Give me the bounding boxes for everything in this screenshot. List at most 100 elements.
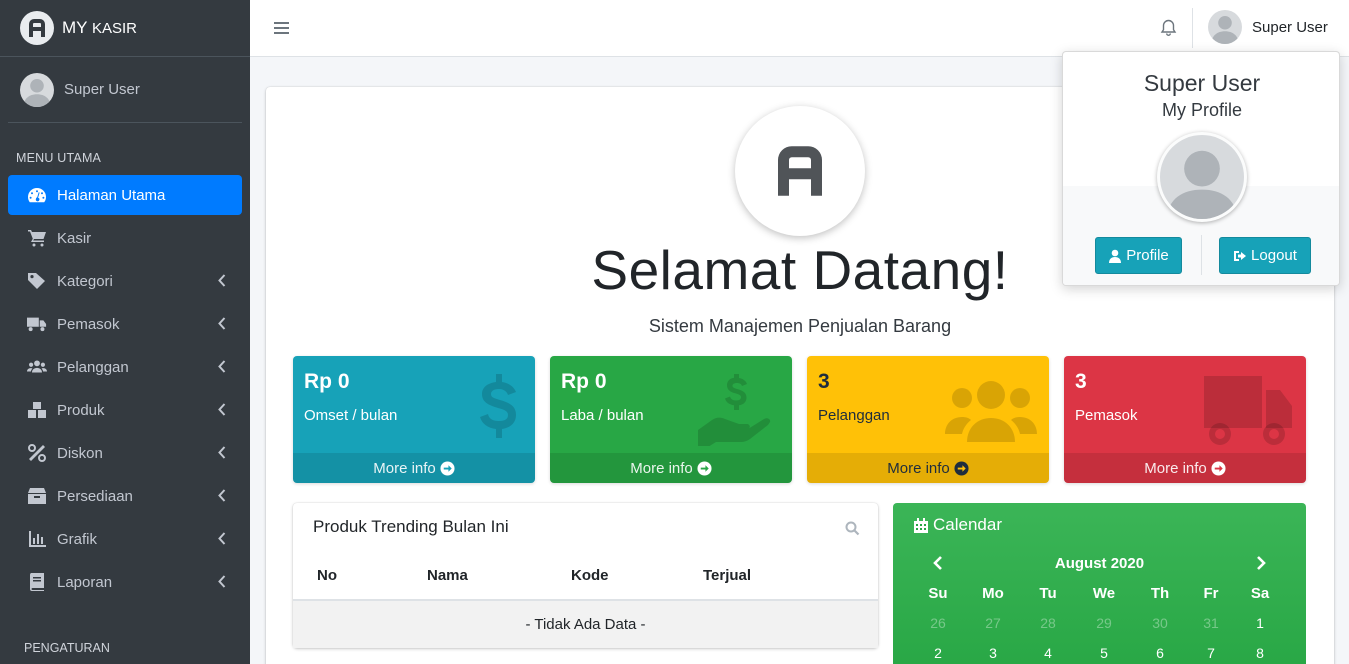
- sidebar-item-label: Kasir: [57, 229, 92, 247]
- percent-icon: [26, 442, 48, 464]
- arrow-circle-right-icon: [1211, 460, 1226, 476]
- stat-value: Rp 0: [304, 370, 350, 393]
- more-info-label: More info: [1144, 459, 1207, 477]
- calendar-day[interactable]: 30: [1140, 615, 1180, 631]
- calendar-day[interactable]: 26: [918, 615, 958, 631]
- column-header-nama[interactable]: Nama: [427, 567, 468, 584]
- calendar-day[interactable]: 31: [1191, 615, 1231, 631]
- profile-button-label: Profile: [1126, 247, 1169, 264]
- table-empty-row: - Tidak Ada Data -: [293, 601, 878, 648]
- calendar-month[interactable]: August 2020: [893, 555, 1306, 572]
- more-info-link[interactable]: More info: [550, 453, 792, 483]
- more-info-link[interactable]: More info: [293, 453, 535, 483]
- truck-icon: [26, 313, 48, 335]
- sidebar-item-produk[interactable]: Produk: [8, 390, 242, 430]
- column-header-no[interactable]: No: [317, 567, 337, 584]
- calendar-day[interactable]: 28: [1028, 615, 1068, 631]
- calendar-day[interactable]: 29: [1084, 615, 1124, 631]
- brand-link[interactable]: MY KASIR: [0, 0, 250, 57]
- navbar-user-name[interactable]: Super User: [1252, 19, 1328, 36]
- user-dropdown-menu: Super User My Profile Profile Logout: [1062, 51, 1340, 286]
- dollar-icon: [480, 374, 516, 438]
- sidebar-item-persediaan[interactable]: Persediaan: [8, 476, 242, 516]
- calendar-day[interactable]: 27: [973, 615, 1013, 631]
- brand-logo-icon: [20, 11, 54, 45]
- more-info-label: More info: [630, 459, 693, 477]
- search-icon[interactable]: [845, 521, 860, 536]
- arrow-circle-right-icon: [697, 460, 712, 476]
- more-info-label: More info: [373, 459, 436, 477]
- calendar-day[interactable]: 3: [973, 645, 1013, 661]
- sidebar-item-laporan[interactable]: Laporan: [8, 562, 242, 602]
- calendar-day[interactable]: 1: [1240, 615, 1280, 631]
- calendar-day[interactable]: 2: [918, 645, 958, 661]
- tachometer-icon: [26, 184, 48, 206]
- box-icon: [26, 485, 48, 507]
- chevron-left-icon: [218, 489, 226, 502]
- sidebar-item-label: Kategori: [57, 272, 113, 290]
- calendar-card: Calendar August 2020 Su Mo Tu We Th Fr S…: [893, 503, 1306, 664]
- card-title: Produk Trending Bulan Ini: [313, 517, 509, 536]
- sidebar-item-halaman-utama[interactable]: Halaman Utama: [8, 175, 242, 215]
- column-header-kode[interactable]: Kode: [571, 567, 609, 584]
- navbar-divider: [1192, 8, 1193, 48]
- stat-label: Pemasok: [1075, 407, 1138, 424]
- arrow-circle-right-icon: [440, 460, 455, 476]
- bell-icon[interactable]: [1160, 19, 1177, 37]
- sidebar-item-label: Pemasok: [57, 315, 120, 333]
- top-navbar: Super User: [250, 0, 1349, 57]
- chevron-left-icon: [218, 575, 226, 588]
- stat-label: Omset / bulan: [304, 407, 398, 424]
- calendar-day[interactable]: 4: [1028, 645, 1068, 661]
- nav-header-main: MENU UTAMA: [16, 151, 102, 165]
- sidebar-user-panel[interactable]: Super User: [8, 57, 242, 123]
- brand-title: MY KASIR: [62, 18, 137, 38]
- app-logo-icon: [735, 106, 865, 236]
- logout-button[interactable]: Logout: [1219, 237, 1311, 274]
- sidebar-item-grafik[interactable]: Grafik: [8, 519, 242, 559]
- sidebar-item-diskon[interactable]: Diskon: [8, 433, 242, 473]
- stat-value: 3: [1075, 370, 1087, 393]
- more-info-link[interactable]: More info: [807, 453, 1049, 483]
- sidebar-item-pemasok[interactable]: Pemasok: [8, 304, 242, 344]
- users-icon: [26, 356, 48, 378]
- chevron-left-icon: [218, 274, 226, 287]
- sidebar-item-label: Pelanggan: [57, 358, 129, 376]
- navbar-avatar[interactable]: [1208, 10, 1242, 44]
- hamburger-menu-icon[interactable]: [274, 21, 289, 35]
- book-icon: [26, 571, 48, 593]
- more-info-link[interactable]: More info: [1064, 453, 1306, 483]
- profile-button[interactable]: Profile: [1095, 237, 1182, 274]
- sidebar-item-label: Grafik: [57, 530, 98, 548]
- calendar-day[interactable]: 5: [1084, 645, 1124, 661]
- avatar: [1157, 132, 1247, 222]
- sidebar-item-label: Laporan: [57, 573, 113, 591]
- calendar-day[interactable]: 8: [1240, 645, 1280, 661]
- hand-holding-usd-icon: [698, 374, 771, 446]
- users-icon: [945, 381, 1037, 442]
- calendar-day[interactable]: 7: [1191, 645, 1231, 661]
- sidebar-user-name[interactable]: Super User: [64, 81, 140, 98]
- chevron-right-icon[interactable]: [1256, 555, 1266, 571]
- weekday-label: Sa: [1250, 585, 1270, 602]
- nav-header-settings: PENGATURAN: [24, 641, 110, 655]
- weekday-label: Su: [928, 585, 948, 602]
- stat-box-pemasok: 3 Pemasok More info: [1064, 356, 1306, 483]
- sidebar-item-kategori[interactable]: Kategori: [8, 261, 242, 301]
- chevron-left-icon: [218, 317, 226, 330]
- weekday-label: Th: [1150, 585, 1170, 602]
- trending-products-card: Produk Trending Bulan Ini No Nama Kode T…: [293, 503, 878, 648]
- column-header-terjual[interactable]: Terjual: [703, 567, 751, 584]
- stat-box-omset: Rp 0 Omset / bulan More info: [293, 356, 535, 483]
- stat-label: Pelanggan: [818, 407, 890, 424]
- chevron-left-icon: [218, 360, 226, 373]
- stat-box-pelanggan: 3 Pelanggan More info: [807, 356, 1049, 483]
- chevron-left-icon: [218, 446, 226, 459]
- sidebar-item-kasir[interactable]: Kasir: [8, 218, 242, 258]
- arrow-circle-right-icon: [954, 460, 969, 476]
- chevron-left-icon: [218, 403, 226, 416]
- calendar-day[interactable]: 6: [1140, 645, 1180, 661]
- chart-bar-icon: [26, 528, 48, 550]
- weekday-label: We: [1092, 585, 1116, 602]
- sidebar-item-pelanggan[interactable]: Pelanggan: [8, 347, 242, 387]
